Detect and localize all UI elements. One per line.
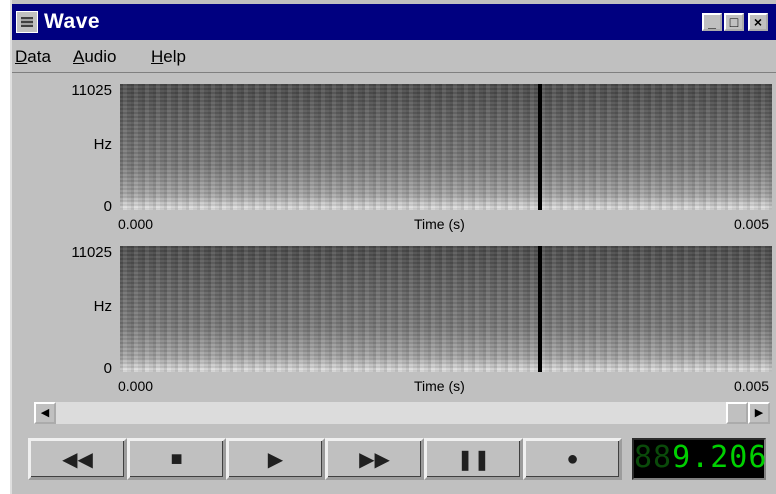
horizontal-scrollbar[interactable]: ◀ ▶ [34,402,770,424]
record-button[interactable]: ● [523,438,622,480]
y-unit-label: Hz [93,136,112,153]
menu-help-label: elp [163,47,186,66]
scroll-right-button[interactable]: ▶ [748,402,770,424]
menu-help[interactable]: Help [151,47,186,67]
x-end-label: 0.005 [734,378,770,394]
time-counter-display: 889.206 [632,438,766,480]
y-min-label: 0 [103,360,112,377]
scroll-left-button[interactable]: ◀ [34,402,56,424]
spectrogram-2[interactable] [120,246,772,372]
time-cursor[interactable] [538,84,542,210]
menu-data-label: ata [27,47,51,66]
y-unit-label: Hz [93,298,112,315]
wave-app-icon[interactable] [16,11,38,33]
spectrogram-panel-2: 11025 Hz 0 0.000 Time (s) 0.005 [12,244,776,394]
x-axis-label: Time (s) [414,378,465,394]
wave-window: Wave _ □ × Data Audio Help 11025 Hz 0 0.… [10,0,776,494]
menu-audio-mnemonic: A [73,47,85,66]
menu-audio-label: udio [84,47,117,66]
minimize-button[interactable]: _ [702,13,722,31]
pause-button[interactable]: ❚❚ [424,438,523,480]
menu-audio[interactable]: Audio [73,47,116,67]
x-start-label: 0.000 [118,216,154,232]
transport-controls: ◀◀ ■ ▶ ▶▶ ❚❚ ● [28,438,626,480]
menu-bar: Data Audio Help [12,42,776,73]
stop-button[interactable]: ■ [127,438,226,480]
counter-ghost-digits: 88 [634,440,673,475]
window-title: Wave [44,10,101,33]
x-end-label: 0.005 [734,216,770,232]
play-button[interactable]: ▶ [226,438,325,480]
x-axis-label: Time (s) [414,216,465,232]
rewind-button[interactable]: ◀◀ [28,438,127,480]
menu-data-mnemonic: D [15,47,28,66]
spectrogram-1[interactable] [120,84,772,210]
maximize-button[interactable]: □ [724,13,744,31]
close-button[interactable]: × [748,13,768,31]
spectrogram-panel-1: 11025 Hz 0 0.000 Time (s) 0.005 [12,82,776,232]
menu-help-mnemonic: H [151,47,164,66]
title-bar[interactable]: Wave _ □ × [12,4,776,40]
x-start-label: 0.000 [118,378,154,394]
fast-forward-button[interactable]: ▶▶ [325,438,424,480]
counter-value: 9.206 [672,440,768,475]
time-cursor[interactable] [538,246,542,372]
y-max-label: 11025 [71,244,112,261]
y-max-label: 11025 [71,82,112,99]
scroll-thumb[interactable] [726,402,748,424]
y-min-label: 0 [103,198,112,215]
menu-data[interactable]: Data [15,47,51,67]
